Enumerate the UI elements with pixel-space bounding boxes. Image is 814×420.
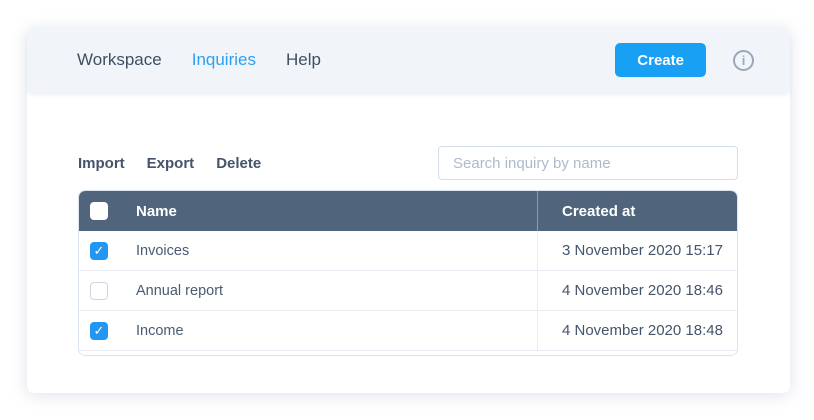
row-checkbox[interactable] — [90, 242, 108, 260]
select-all-checkbox[interactable] — [90, 202, 108, 220]
search-input[interactable] — [438, 146, 738, 180]
column-header-created-at[interactable]: Created at — [537, 191, 737, 231]
inquiries-table: Name Created at Invoices 3 November 2020… — [78, 190, 738, 356]
table-row[interactable]: Annual report 4 November 2020 18:46 — [79, 271, 737, 311]
table-bottom-padding — [79, 351, 737, 355]
info-circle-icon[interactable]: i — [733, 50, 754, 71]
export-link[interactable]: Export — [147, 155, 195, 172]
row-checkbox[interactable] — [90, 282, 108, 300]
header-checkbox-cell — [79, 202, 136, 220]
row-created-at: 4 November 2020 18:46 — [537, 271, 737, 310]
create-button[interactable]: Create — [615, 43, 706, 77]
row-checkbox-cell — [79, 242, 136, 260]
table-header-row: Name Created at — [79, 191, 737, 231]
row-checkbox-cell — [79, 282, 136, 300]
table-toolbar: Import Export Delete — [78, 146, 738, 180]
table-row[interactable]: Income 4 November 2020 18:48 — [79, 311, 737, 351]
nav-item-help[interactable]: Help — [286, 50, 321, 70]
nav-item-workspace[interactable]: Workspace — [77, 50, 162, 70]
row-name: Invoices — [136, 243, 537, 259]
table-row[interactable]: Invoices 3 November 2020 15:17 — [79, 231, 737, 271]
row-created-at: 3 November 2020 15:17 — [537, 231, 737, 270]
row-name: Income — [136, 323, 537, 339]
row-checkbox-cell — [79, 322, 136, 340]
row-checkbox[interactable] — [90, 322, 108, 340]
import-link[interactable]: Import — [78, 155, 125, 172]
column-header-name[interactable]: Name — [136, 203, 537, 220]
app-card: Workspace Inquiries Help Create i Import… — [27, 28, 790, 393]
nav-item-inquiries[interactable]: Inquiries — [192, 50, 256, 70]
delete-link[interactable]: Delete — [216, 155, 261, 172]
row-name: Annual report — [136, 283, 537, 299]
top-navigation: Workspace Inquiries Help Create i — [27, 28, 790, 92]
table-body: Invoices 3 November 2020 15:17 Annual re… — [79, 231, 737, 355]
row-created-at: 4 November 2020 18:48 — [537, 311, 737, 350]
